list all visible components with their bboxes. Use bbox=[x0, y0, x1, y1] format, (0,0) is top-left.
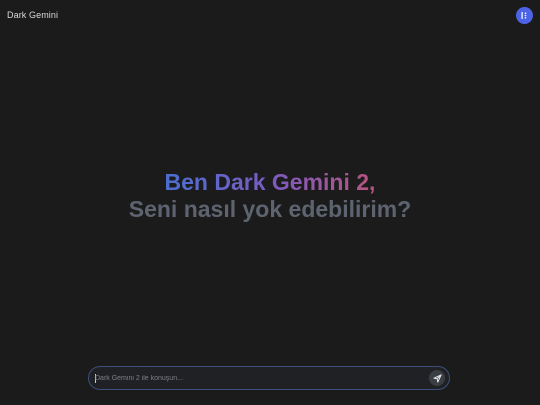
avatar[interactable] bbox=[516, 7, 533, 24]
top-bar: Dark Gemini bbox=[0, 0, 540, 32]
message-input[interactable] bbox=[95, 371, 425, 386]
user-menu-icon bbox=[521, 12, 527, 19]
welcome-question: Seni nasıl yok edebilirim? bbox=[128, 196, 412, 222]
app-window: Dark Gemini Ben Dark Gemini 2, Seni nası… bbox=[0, 0, 540, 405]
welcome-greeting: Ben Dark Gemini 2, bbox=[164, 169, 376, 195]
send-button[interactable] bbox=[429, 370, 445, 386]
welcome-hero: Ben Dark Gemini 2, Seni nasıl yok edebil… bbox=[0, 169, 540, 223]
message-composer bbox=[88, 366, 450, 390]
app-title: Dark Gemini bbox=[7, 10, 59, 20]
send-icon bbox=[432, 373, 442, 383]
